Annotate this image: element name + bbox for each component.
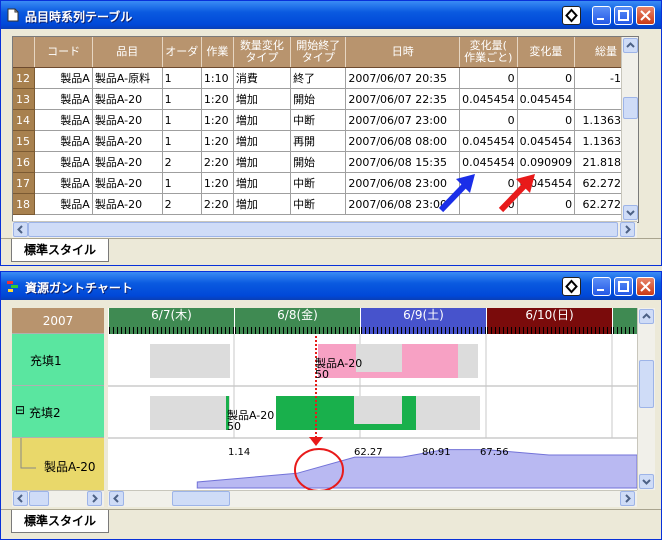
day-header[interactable]: 6/10(日) <box>486 308 612 334</box>
chevron-right-icon <box>625 494 631 503</box>
scroll-down-button[interactable] <box>639 474 654 489</box>
bar-label-fill1-qty: 50 <box>315 368 329 381</box>
scroll-thumb[interactable] <box>29 491 49 506</box>
gantt-window-title: 資源ガントチャート <box>25 281 133 295</box>
chevron-left-icon <box>17 494 23 503</box>
inventory-area <box>196 449 637 489</box>
dotted-annotation-arrowhead <box>309 437 323 446</box>
resource-horizontal-scrollbar[interactable] <box>12 490 104 507</box>
maximize-button[interactable] <box>614 277 633 296</box>
operation-bar-fill1[interactable] <box>402 344 458 378</box>
tab-standard-style[interactable]: 標準スタイル <box>11 510 109 533</box>
annotation-arrows <box>438 174 535 213</box>
scroll-left-button[interactable] <box>109 491 124 506</box>
day-header[interactable]: 6/9(土) <box>360 308 486 334</box>
minimize-icon <box>597 289 604 291</box>
pin-button[interactable] <box>562 277 581 296</box>
day-header[interactable]: 6/7(木) <box>108 308 234 334</box>
scroll-thumb[interactable] <box>172 491 230 506</box>
gantt-area[interactable]: 6/7(木) 6/8(金) 6/9(土) 6/10(日) 製品A-20 50 製… <box>108 308 637 490</box>
table-window: 品目時系列テーブル コード 品目 オーダ 作業 数量変化 タイプ 開始終了 タイプ 日時 変化量(… <box>0 0 662 266</box>
day-header[interactable]: 6/8(金) <box>234 308 360 334</box>
hour-ticks <box>109 327 234 334</box>
chevron-left-icon <box>113 494 119 503</box>
gantt-vertical-scrollbar[interactable] <box>637 308 655 490</box>
unavailable-block <box>150 344 230 378</box>
scroll-thumb[interactable] <box>639 360 654 408</box>
scroll-right-button[interactable] <box>620 491 635 506</box>
scroll-up-button[interactable] <box>639 309 654 324</box>
gantt-canvas <box>108 334 637 490</box>
gantt-window: 資源ガントチャート 2007 充填1 ⊟ 充填2 製品A-20 6/7(木) 6/… <box>0 271 662 540</box>
operation-bar-fill1[interactable] <box>356 372 402 378</box>
resource-row-fill1[interactable]: 充填1 <box>12 334 104 386</box>
gantt-style-tabstrip: 標準スタイル <box>1 509 661 538</box>
year-header: 2007 <box>12 308 104 334</box>
inventory-value-label: 67.56 <box>480 447 509 458</box>
chevron-right-icon <box>92 494 98 503</box>
inventory-value-label: 62.27 <box>354 447 383 458</box>
resource-label-fill1: 充填1 <box>30 354 62 368</box>
scroll-right-button[interactable] <box>87 491 102 506</box>
operation-bar-fill2[interactable] <box>276 424 416 430</box>
resource-panel: 2007 充填1 ⊟ 充填2 製品A-20 <box>12 308 104 490</box>
unavailable-block <box>150 396 230 430</box>
inventory-value-label: 80.91 <box>422 447 451 458</box>
resource-row-fill2[interactable]: ⊟ 充填2 <box>12 386 104 438</box>
red-arrow <box>498 180 530 213</box>
day-header-label: 6/8(金) <box>277 308 318 322</box>
gantt-chart-icon <box>7 281 18 292</box>
tab-standard-style[interactable]: 標準スタイル <box>11 239 109 262</box>
inventory-value-label: 1.14 <box>228 447 251 458</box>
day-header[interactable] <box>612 308 637 334</box>
hour-ticks <box>613 327 637 334</box>
diamond-icon <box>565 279 578 294</box>
bar-label-fill2-qty: 50 <box>227 420 241 433</box>
gantt-window-titlebar[interactable]: 資源ガントチャート <box>1 272 661 300</box>
maximize-icon <box>618 281 629 292</box>
minimize-button[interactable] <box>592 277 611 296</box>
tree-connector <box>20 438 36 469</box>
operation-bar-fill2[interactable] <box>402 396 416 430</box>
chevron-down-icon <box>642 479 651 485</box>
gantt-horizontal-scrollbar[interactable] <box>108 490 637 507</box>
hour-ticks <box>235 327 360 334</box>
table-style-tabstrip: 標準スタイル <box>1 238 661 265</box>
scroll-left-button[interactable] <box>13 491 28 506</box>
hour-ticks <box>487 327 612 334</box>
day-header-label: 6/9(土) <box>403 308 444 322</box>
chevron-up-icon <box>642 313 651 319</box>
hour-ticks <box>361 327 486 334</box>
resource-row-product[interactable]: 製品A-20 <box>12 438 104 490</box>
blue-arrow <box>438 180 470 213</box>
close-icon <box>640 281 651 292</box>
resource-label-fill2: 充填2 <box>29 406 61 420</box>
close-button[interactable] <box>636 277 655 296</box>
day-header-label: 6/10(日) <box>525 308 574 322</box>
collapse-toggle-icon[interactable]: ⊟ <box>15 403 25 417</box>
resource-label-product: 製品A-20 <box>44 460 96 474</box>
day-header-label: 6/7(木) <box>151 308 192 322</box>
